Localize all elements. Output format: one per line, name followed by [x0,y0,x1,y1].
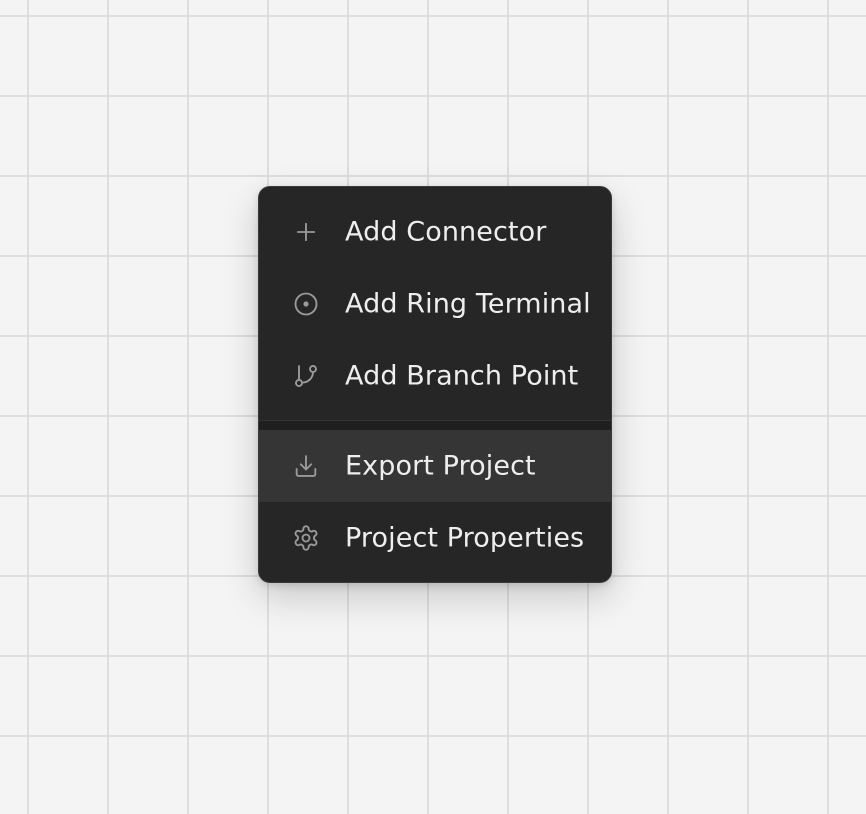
context-menu: Add Connector Add Ring Terminal Add Bran… [258,186,612,583]
menu-item-project-properties[interactable]: Project Properties [259,502,611,574]
menu-item-add-connector[interactable]: Add Connector [259,196,611,268]
gear-icon [292,524,320,552]
menu-item-export-project[interactable]: Export Project [259,430,611,502]
ring-terminal-icon [292,290,320,318]
menu-item-label: Project Properties [345,522,585,554]
git-branch-icon [292,362,320,390]
download-icon [292,452,320,480]
menu-divider [259,420,611,430]
plus-icon [292,218,320,246]
menu-item-add-branch-point[interactable]: Add Branch Point [259,340,611,412]
menu-item-label: Add Branch Point [345,360,579,392]
menu-item-label: Export Project [345,450,536,482]
menu-item-label: Add Ring Terminal [345,288,591,320]
menu-item-label: Add Connector [345,216,547,248]
menu-item-add-ring-terminal[interactable]: Add Ring Terminal [259,268,611,340]
